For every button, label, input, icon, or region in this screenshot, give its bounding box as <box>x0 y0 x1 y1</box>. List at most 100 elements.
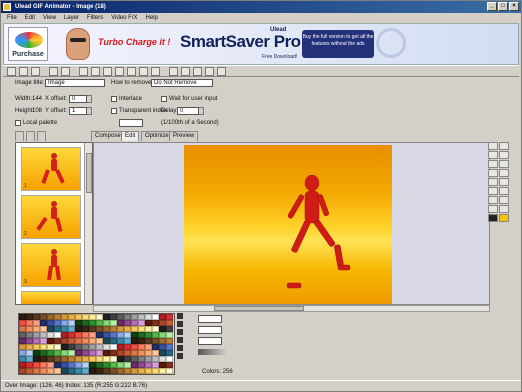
redo-icon[interactable] <box>61 66 70 76</box>
image-canvas[interactable] <box>184 145 392 304</box>
palette-swatch[interactable] <box>89 368 96 374</box>
image-title-input[interactable]: Image <box>45 79 105 87</box>
dropper-tool-icon[interactable] <box>499 178 509 186</box>
menu-layer[interactable]: Layer <box>64 13 79 23</box>
y-offset-input[interactable]: 1 <box>69 107 87 115</box>
undo-icon[interactable] <box>49 66 58 76</box>
fill-tool-icon[interactable] <box>488 178 498 186</box>
palette-load-icon[interactable] <box>177 313 183 319</box>
palette-swatch[interactable] <box>159 368 166 374</box>
wizard-icon[interactable] <box>205 66 214 76</box>
lasso-tool-icon[interactable] <box>488 160 498 168</box>
maximize-button[interactable]: □ <box>498 2 508 11</box>
crop-tool-icon[interactable] <box>499 205 509 213</box>
view-list-icon[interactable] <box>26 131 35 141</box>
duplicate-frame-icon[interactable] <box>139 66 148 76</box>
add-frame-icon[interactable] <box>127 66 136 76</box>
palette-swatch[interactable] <box>131 368 138 374</box>
frame-thumbnail[interactable]: 2 <box>21 195 81 239</box>
hand-tool-icon[interactable] <box>488 205 498 213</box>
palette-swatch[interactable] <box>145 368 152 374</box>
frame-thumbnail[interactable]: 3 <box>21 243 81 287</box>
menu-edit[interactable]: Edit <box>25 13 35 23</box>
palette-delete-icon[interactable] <box>177 353 183 359</box>
palette-sort-icon[interactable] <box>177 329 183 335</box>
background-color-swatch[interactable] <box>499 214 509 222</box>
palette-swatch[interactable] <box>96 368 103 374</box>
palette-swatch[interactable] <box>124 368 131 374</box>
remove-method-select[interactable]: Do Not Remove <box>151 79 213 87</box>
palette-swatch[interactable] <box>47 368 54 374</box>
line-tool-icon[interactable] <box>499 187 509 195</box>
new-file-icon[interactable] <box>7 66 16 76</box>
canvas-scrollbar[interactable] <box>93 305 490 312</box>
frame-thumbnail[interactable] <box>21 291 81 304</box>
wait-input-checkbox[interactable] <box>161 96 167 102</box>
delay-input[interactable]: 0 <box>177 107 199 115</box>
x-offset-spinner[interactable] <box>87 95 92 103</box>
wand-tool-icon[interactable] <box>499 160 509 168</box>
open-folder-icon[interactable] <box>19 66 28 76</box>
palette-swatch[interactable] <box>61 368 68 374</box>
banner-promo-text[interactable]: Buy the full version to get all the feat… <box>302 30 374 58</box>
palette-swatch[interactable] <box>103 368 110 374</box>
y-offset-spinner[interactable] <box>87 107 92 115</box>
color-value-field[interactable] <box>198 315 222 323</box>
local-palette-checkbox[interactable] <box>15 120 21 126</box>
frame-list-scrollbar[interactable] <box>84 143 92 304</box>
palette-swatch[interactable] <box>75 368 82 374</box>
stop-icon[interactable] <box>181 66 190 76</box>
move-tool-icon[interactable] <box>499 151 509 159</box>
color-gradient-bar[interactable] <box>198 349 226 355</box>
delete-frame-icon[interactable] <box>151 66 160 76</box>
menu-view[interactable]: View <box>43 13 56 23</box>
view-thumbnails-icon[interactable] <box>15 131 24 141</box>
tab-edit[interactable]: Edit <box>121 131 140 141</box>
x-offset-input[interactable]: 0 <box>69 95 87 103</box>
palette-swatch[interactable] <box>117 368 124 374</box>
ad-banner[interactable]: Purchase Turbo Charge it ! Ulead SmartSa… <box>3 23 519 65</box>
palette-swatch[interactable] <box>54 368 61 374</box>
palette-swatch[interactable] <box>68 368 75 374</box>
palette-swatch[interactable] <box>26 368 33 374</box>
palette-swatch[interactable] <box>82 368 89 374</box>
select-tool-icon[interactable] <box>488 142 498 150</box>
preview-icon[interactable] <box>193 66 202 76</box>
transparent-index-checkbox[interactable] <box>111 108 117 114</box>
palette-swatch[interactable] <box>110 368 117 374</box>
interlace-checkbox[interactable] <box>111 96 117 102</box>
palette-swatch[interactable] <box>19 368 26 374</box>
delay-spinner[interactable] <box>199 107 204 115</box>
menu-file[interactable]: File <box>7 13 17 23</box>
play-icon[interactable] <box>169 66 178 76</box>
menu-filters[interactable]: Filters <box>87 13 103 23</box>
palette-swatch[interactable] <box>152 368 159 374</box>
marquee-tool-icon[interactable] <box>488 151 498 159</box>
paste-icon[interactable] <box>103 66 112 76</box>
pen-tool-icon[interactable] <box>499 142 509 150</box>
palette-swatch[interactable] <box>138 368 145 374</box>
purchase-button[interactable]: Purchase <box>8 27 48 61</box>
foreground-color-swatch[interactable] <box>488 214 498 222</box>
cut-icon[interactable] <box>79 66 88 76</box>
brush-tool-icon[interactable] <box>488 169 498 177</box>
close-button[interactable]: × <box>509 2 519 11</box>
eraser-tool-icon[interactable] <box>499 169 509 177</box>
zoom-in-icon[interactable] <box>488 196 498 204</box>
palette-swatch[interactable] <box>166 368 173 374</box>
zoom-out-icon[interactable] <box>499 196 509 204</box>
palette-swatch[interactable] <box>33 368 40 374</box>
palette-edit-icon[interactable] <box>177 337 183 343</box>
tab-compose[interactable]: Compose <box>91 131 125 141</box>
tab-preview[interactable]: Preview <box>169 131 199 141</box>
palette-eyedropper-icon[interactable] <box>177 345 183 351</box>
color-palette[interactable] <box>18 313 175 375</box>
minimize-button[interactable]: _ <box>487 2 497 11</box>
tab-optimize[interactable]: Optimize <box>141 131 173 141</box>
frame-thumbnail[interactable]: 1 <box>21 147 81 191</box>
view-details-icon[interactable] <box>37 131 46 141</box>
save-icon[interactable] <box>31 66 40 76</box>
frame-panel[interactable]: 1 2 3 <box>15 142 93 305</box>
add-image-icon[interactable] <box>115 66 124 76</box>
color-value-field[interactable] <box>198 337 222 345</box>
